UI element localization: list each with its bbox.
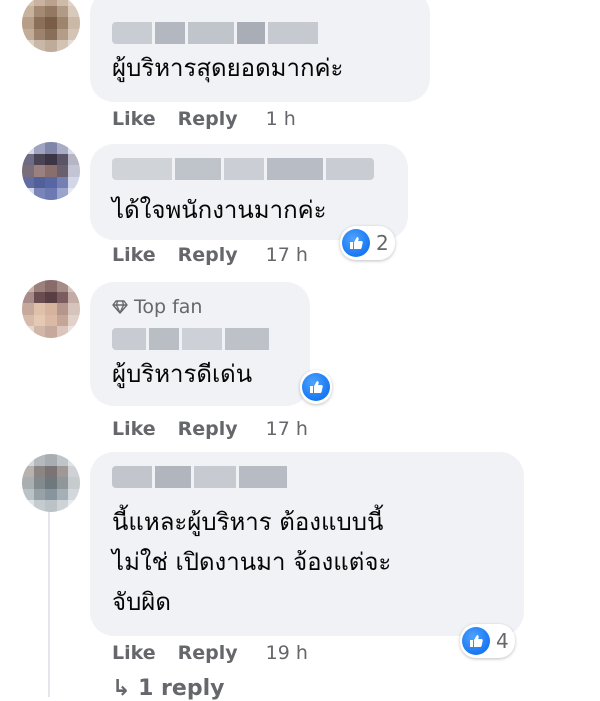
reply-button[interactable]: Reply (178, 418, 238, 440)
like-icon (302, 373, 330, 401)
timestamp[interactable]: 17 h (266, 418, 308, 440)
reply-button[interactable]: Reply (178, 108, 238, 130)
avatar[interactable] (22, 280, 80, 338)
like-button[interactable]: Like (112, 108, 156, 130)
author-name-blurred[interactable] (112, 466, 302, 488)
reaction-summary[interactable] (300, 370, 332, 404)
like-button[interactable]: Like (112, 418, 156, 440)
comment-bubble: ผู้บริหารสุดยอดมากค่ะ (90, 0, 430, 102)
reply-button[interactable]: Reply (178, 244, 238, 266)
author-name-blurred[interactable] (112, 158, 374, 180)
like-button[interactable]: Like (112, 642, 156, 664)
avatar[interactable] (22, 0, 80, 52)
reply-button[interactable]: Reply (178, 642, 238, 664)
reaction-summary[interactable]: 2 (340, 226, 395, 260)
comment-actions: Like Reply 1 h (112, 108, 296, 130)
comment-text: ผู้บริหารสุดยอดมากค่ะ (112, 54, 344, 82)
diamond-icon (112, 300, 128, 314)
like-icon (462, 627, 490, 655)
thread-line (48, 488, 50, 697)
reaction-summary[interactable]: 4 (460, 624, 515, 658)
timestamp[interactable]: 1 h (266, 108, 296, 130)
avatar-pixelated (22, 454, 80, 512)
comment-text: ผู้บริหารดีเด่น (112, 360, 253, 388)
comment-actions: Like Reply 17 h (112, 244, 308, 266)
author-name-blurred[interactable] (112, 22, 332, 44)
avatar-pixelated (22, 142, 80, 200)
comment-actions: Like Reply 17 h (112, 418, 308, 440)
timestamp[interactable]: 19 h (266, 642, 308, 664)
avatar[interactable] (22, 454, 80, 512)
reaction-count: 2 (376, 231, 389, 255)
like-icon (342, 229, 370, 257)
top-fan-badge[interactable]: Top fan (112, 294, 288, 320)
view-replies-link[interactable]: ↳ 1 reply (112, 676, 224, 701)
comment-bubble: นี้แหละผู้บริหาร ต้องแบบนี้ ไม่ใช่ เปิดง… (90, 452, 524, 636)
like-button[interactable]: Like (112, 244, 156, 266)
avatar-pixelated (22, 0, 80, 52)
comment-text: นี้แหละผู้บริหาร ต้องแบบนี้ ไม่ใช่ เปิดง… (112, 508, 392, 616)
avatar-pixelated (22, 280, 80, 338)
comment-actions: Like Reply 19 h (112, 642, 308, 664)
comment-bubble: Top fan ผู้บริหารดีเด่น (90, 282, 310, 406)
reaction-count: 4 (496, 629, 509, 653)
author-name-blurred[interactable] (112, 328, 272, 350)
comment-text: ได้ใจพนักงานมากค่ะ (112, 196, 327, 224)
timestamp[interactable]: 17 h (266, 244, 308, 266)
avatar[interactable] (22, 142, 80, 200)
top-fan-label: Top fan (134, 296, 203, 318)
